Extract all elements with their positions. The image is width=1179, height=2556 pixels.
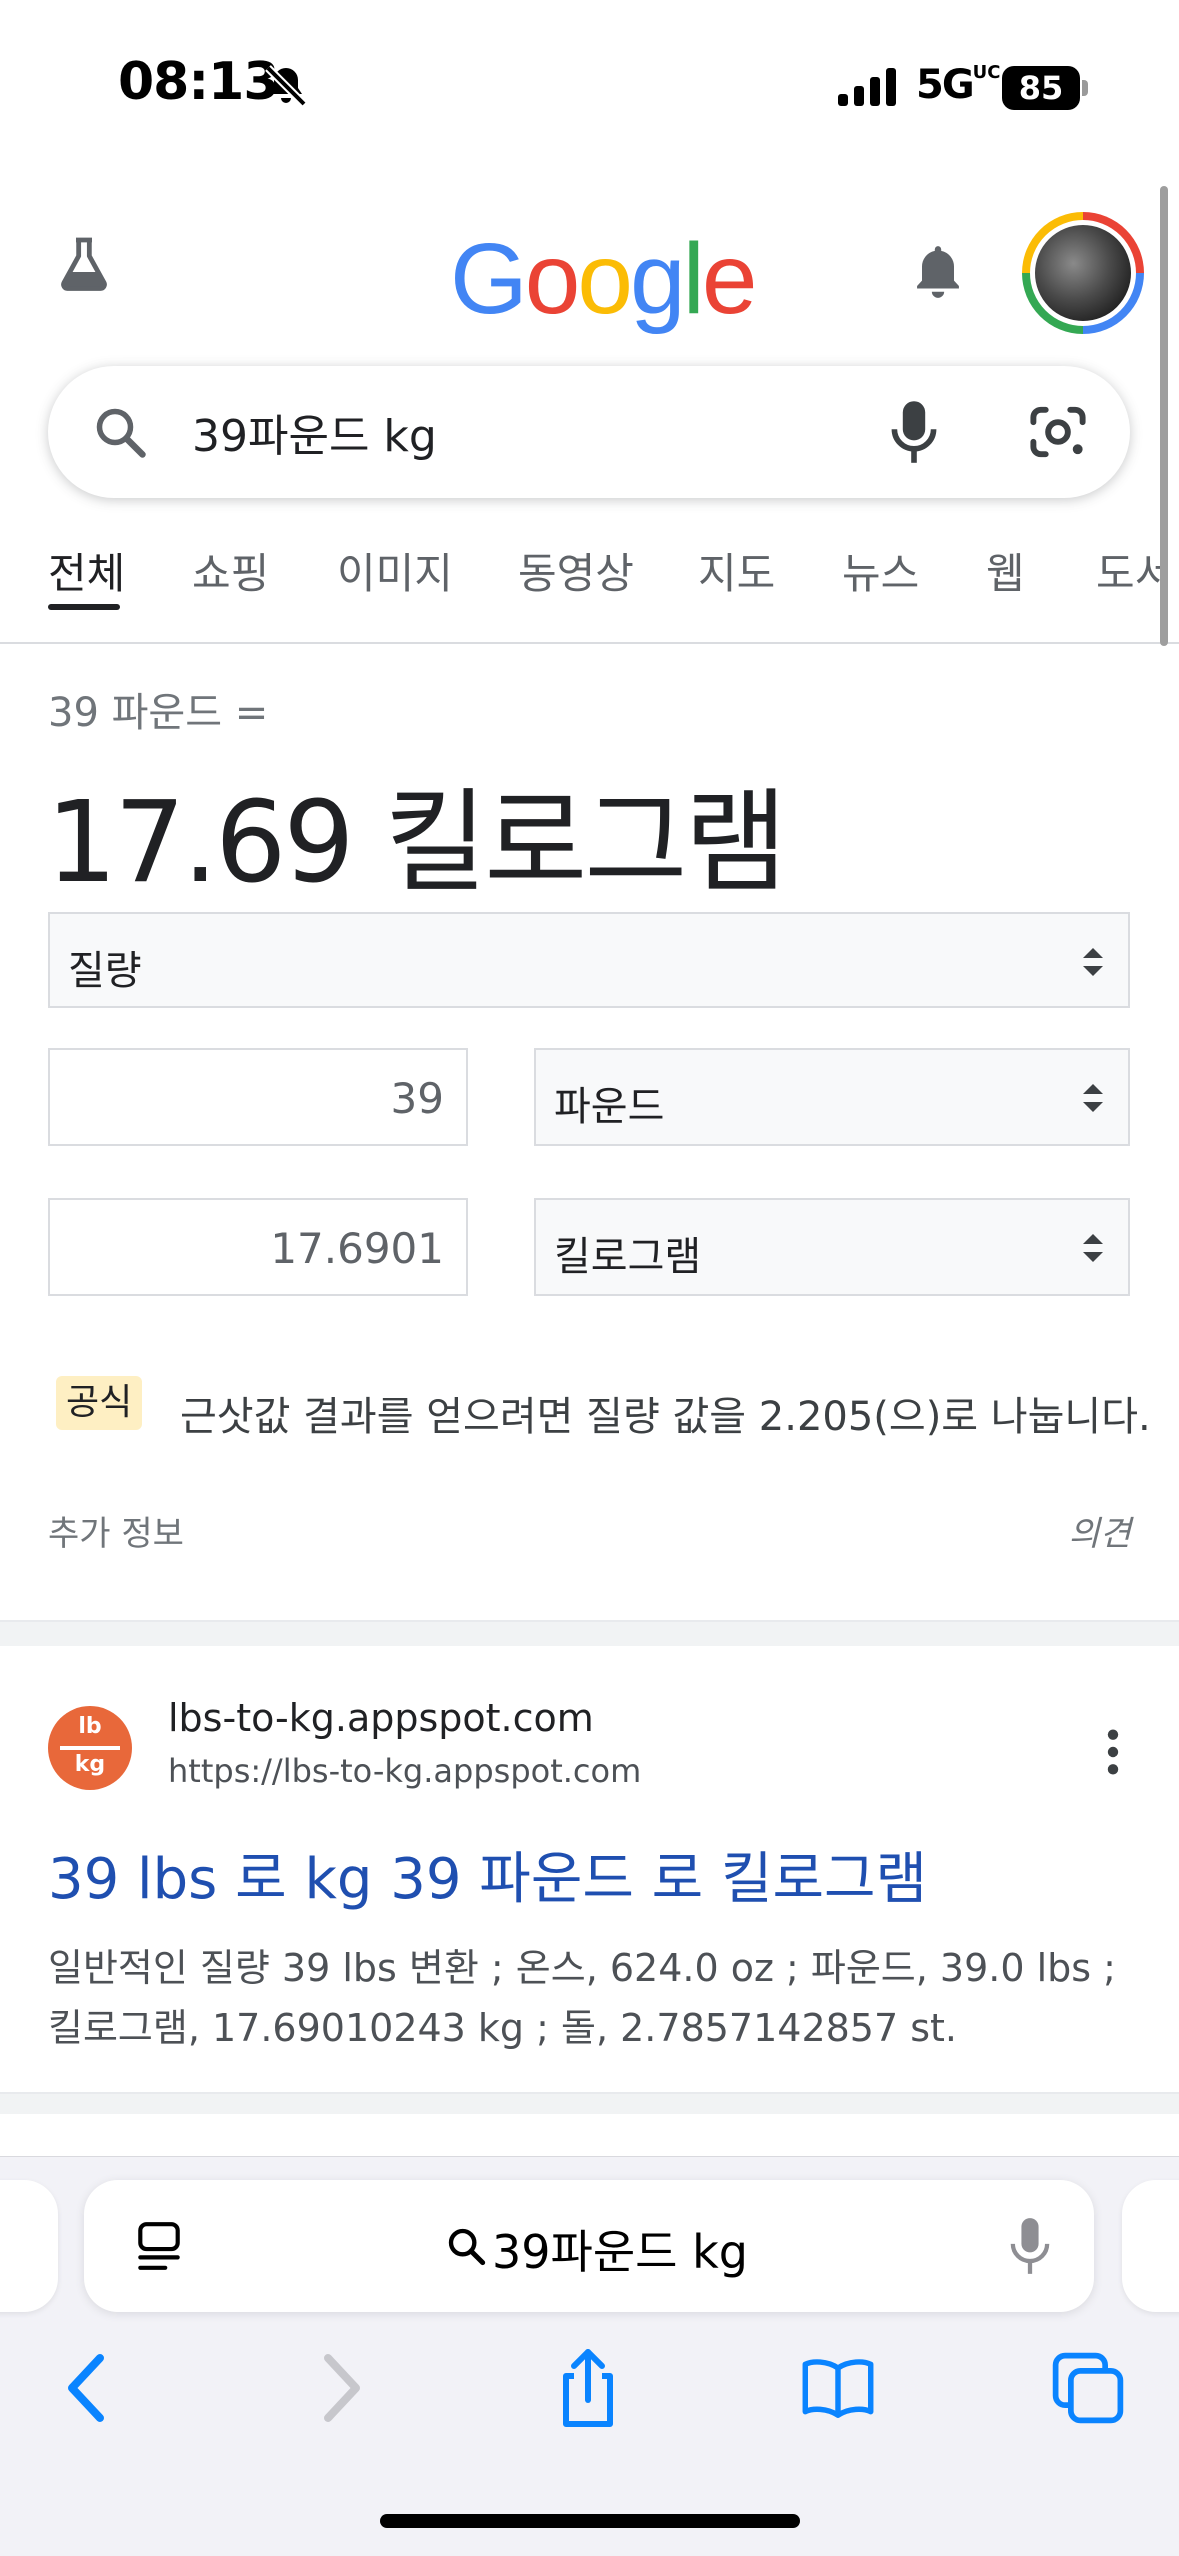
address-text: 39파운드 kg	[492, 2225, 748, 2279]
bookmarks-icon[interactable]	[798, 2346, 878, 2430]
select-arrows-icon	[1083, 948, 1103, 976]
next-tab-peek[interactable]	[1122, 2180, 1179, 2312]
to-value-input[interactable]: 17.6901	[48, 1198, 468, 1296]
from-unit-label: 파운드	[554, 1084, 665, 1130]
logo-letter: o	[524, 223, 581, 335]
account-avatar[interactable]	[1022, 212, 1144, 334]
page-menu-icon[interactable]	[134, 2220, 184, 2274]
tab-all[interactable]: 전체	[48, 540, 125, 601]
result-site-name[interactable]: lbs-to-kg.appspot.com	[168, 1696, 594, 1740]
notifications-bell-icon[interactable]	[908, 240, 968, 304]
page-scrollbar[interactable]	[1160, 186, 1168, 646]
more-options-icon[interactable]	[1098, 1726, 1128, 1778]
google-logo[interactable]: Google	[450, 222, 758, 337]
more-info-link[interactable]: 추가 정보	[48, 1506, 184, 1555]
share-icon[interactable]	[548, 2346, 628, 2430]
quantity-select[interactable]: 질량	[48, 912, 1130, 1008]
search-query[interactable]: 39파운드 kg	[192, 400, 437, 464]
formula-badge: 공식	[56, 1376, 143, 1430]
logo-letter: g	[630, 223, 686, 335]
back-arrow-icon[interactable]	[48, 2346, 128, 2430]
result-title-link[interactable]: 39 lbs 로 kg 39 파운드 로 킬로그램	[48, 1834, 927, 1915]
avatar-photo	[1030, 220, 1136, 326]
tabs-icon[interactable]	[1048, 2346, 1128, 2430]
previous-tab-peek[interactable]	[0, 2180, 58, 2312]
select-arrows-icon	[1083, 1084, 1103, 1112]
conversion-result: 17.69 킬로그램	[46, 778, 787, 908]
tab-web[interactable]: 웹	[986, 540, 1025, 601]
to-unit-label: 킬로그램	[554, 1234, 702, 1280]
from-value-input[interactable]: 39	[48, 1048, 468, 1146]
logo-letter: G	[450, 223, 528, 335]
forward-arrow-icon[interactable]	[300, 2346, 380, 2430]
from-value: 39	[390, 1074, 444, 1123]
logo-letter: o	[577, 223, 633, 335]
microphone-icon[interactable]	[1008, 2216, 1052, 2276]
feedback-link[interactable]: 의견	[1068, 1506, 1131, 1555]
status-time: 08:13	[118, 52, 280, 112]
search-icon	[448, 2228, 486, 2266]
section-divider	[0, 2092, 1179, 2114]
from-unit-select[interactable]: 파운드	[534, 1048, 1130, 1146]
logo-letter: e	[701, 223, 758, 335]
search-tabs: 전체 쇼핑 이미지 동영상 지도 뉴스 웹 도서	[0, 536, 1179, 646]
voice-search-mic-icon[interactable]	[886, 398, 942, 466]
safari-address-bar[interactable]: 39파운드 kg	[84, 2180, 1094, 2312]
logo-letter: l	[682, 223, 705, 335]
to-unit-select[interactable]: 킬로그램	[534, 1198, 1130, 1296]
google-lens-icon[interactable]	[1026, 402, 1090, 462]
signal-icon	[838, 68, 896, 106]
tabs-divider	[0, 642, 1179, 644]
search-bar[interactable]: 39파운드 kg	[48, 366, 1130, 498]
quantity-select-label: 질량	[68, 948, 142, 994]
site-favicon[interactable]: lb kg	[48, 1706, 132, 1790]
result-url[interactable]: https://lbs-to-kg.appspot.com	[168, 1752, 641, 1790]
section-divider	[0, 1620, 1179, 1646]
search-icon	[96, 408, 146, 458]
labs-flask-icon[interactable]	[52, 232, 116, 296]
select-arrows-icon	[1083, 1234, 1103, 1262]
result-snippet: 일반적인 질량 39 lbs 변환 ; 온스, 624.0 oz ; 파운드, …	[48, 1946, 1116, 2050]
tab-videos[interactable]: 동영상	[518, 540, 634, 601]
home-indicator[interactable]	[380, 2514, 800, 2528]
formula-text: 근삿값 결과를 얻으려면 질량 값을 2.205(으)로 나눕니다.	[180, 1394, 1151, 1440]
tab-images[interactable]: 이미지	[337, 540, 453, 601]
network-type: 5GUC	[916, 62, 1001, 108]
conversion-equation: 39 파운드 =	[48, 690, 269, 736]
tab-news[interactable]: 뉴스	[842, 540, 919, 601]
battery-indicator: 85	[1002, 66, 1088, 110]
active-tab-indicator	[48, 604, 120, 610]
tab-shopping[interactable]: 쇼핑	[192, 540, 269, 601]
tab-maps[interactable]: 지도	[698, 540, 775, 601]
bell-off-icon	[265, 65, 307, 107]
to-value: 17.6901	[270, 1224, 444, 1273]
